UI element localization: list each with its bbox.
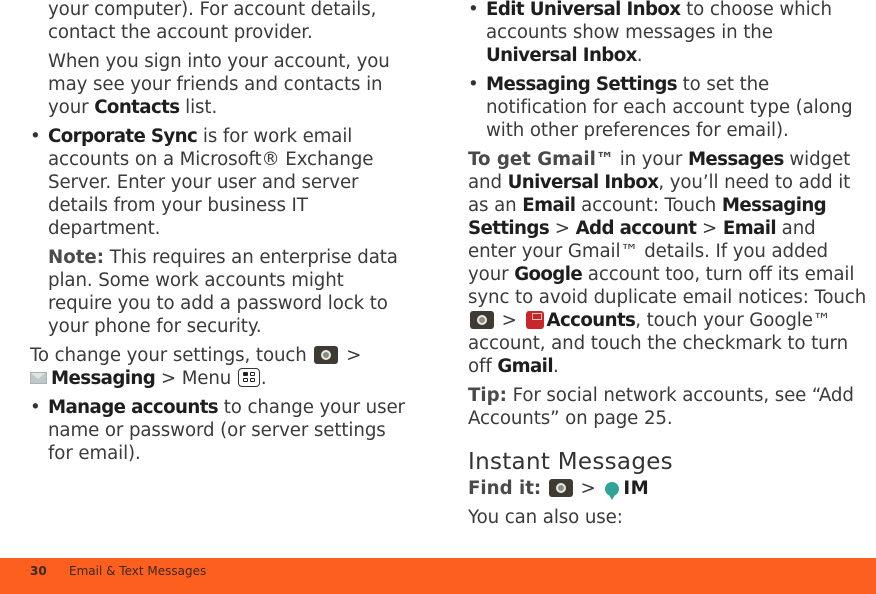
text: account: Touch	[575, 195, 722, 216]
home-launcher-icon	[470, 311, 494, 329]
text: your computer). For account details, con…	[48, 0, 377, 43]
google-label: Google	[514, 264, 583, 285]
gmail-lead-label: To get Gmail™	[468, 149, 615, 170]
tip-label: Tip:	[468, 385, 507, 406]
email-label: Email	[522, 195, 576, 216]
home-launcher-icon	[314, 346, 339, 364]
tip-social-network: Tip: For social network accounts, see “A…	[468, 384, 868, 430]
accounts-icon	[525, 311, 544, 329]
home-launcher-icon	[548, 479, 573, 497]
text: >	[696, 218, 723, 239]
note-enterprise: Note: This requires an enterprise data p…	[30, 246, 410, 338]
bullet-corporate-sync: Corporate Sync is for work email account…	[30, 125, 410, 240]
text: To change your settings, touch	[30, 345, 313, 366]
text: >	[549, 218, 576, 239]
text: For social network accounts, see “Add Ac…	[468, 385, 854, 429]
manage-accounts-label: Manage accounts	[48, 397, 219, 418]
text: .	[260, 368, 267, 389]
find-it-line: Find it: > IM	[468, 477, 868, 500]
add-account-label: Add account	[575, 218, 697, 239]
im-label: IM	[623, 478, 650, 499]
bullet-messaging-settings: Messaging Settings to set the notificati…	[468, 73, 868, 142]
bullet-manage-accounts: Manage accounts to change your user name…	[30, 396, 410, 465]
accounts-label: Accounts	[546, 310, 636, 331]
text: >	[496, 310, 523, 331]
im-chat-bubble-icon	[605, 482, 620, 500]
text: .	[636, 45, 643, 66]
section-title: Email & Text Messages	[69, 564, 207, 578]
gmail-label: Gmail	[497, 356, 553, 377]
text: in your	[614, 149, 688, 170]
email-label: Email	[722, 218, 777, 239]
note-label: Note:	[48, 247, 105, 268]
edit-universal-inbox-label: Edit Universal Inbox	[486, 0, 681, 20]
envelope-icon	[30, 372, 47, 384]
text: list.	[179, 97, 218, 118]
messages-label: Messages	[687, 149, 784, 170]
menu-key-icon	[237, 368, 260, 387]
page-footer-bar: 30 Email & Text Messages	[0, 558, 876, 594]
universal-inbox-label: Universal Inbox	[486, 45, 637, 66]
messaging-label: Messaging	[51, 368, 156, 389]
text: >	[340, 345, 362, 366]
paragraph-account-details: your computer). For account details, con…	[30, 0, 410, 44]
also-use-text: You can also use:	[468, 507, 623, 528]
page-number: 30	[30, 564, 47, 578]
section-heading-instant-messages: Instant Messages	[468, 449, 673, 475]
settings-instructions: To change your settings, touch > Messagin…	[30, 344, 410, 390]
contacts-label: Contacts	[94, 97, 180, 118]
messaging-settings-label: Messaging Settings	[486, 74, 678, 95]
universal-inbox-label: Universal Inbox	[507, 172, 659, 193]
gmail-instructions: To get Gmail™ in your Messages widget an…	[468, 148, 868, 378]
text: > Menu	[155, 368, 237, 389]
corporate-sync-label: Corporate Sync	[48, 126, 198, 147]
find-it-label: Find it:	[468, 478, 542, 499]
text: .	[552, 356, 559, 377]
right-column: Edit Universal Inbox to choose which acc…	[468, 0, 868, 529]
bullet-edit-universal-inbox: Edit Universal Inbox to choose which acc…	[468, 0, 868, 67]
left-column: your computer). For account details, con…	[30, 0, 410, 465]
text: >	[574, 478, 602, 499]
paragraph-sign-in: When you sign into your account, you may…	[30, 50, 410, 119]
